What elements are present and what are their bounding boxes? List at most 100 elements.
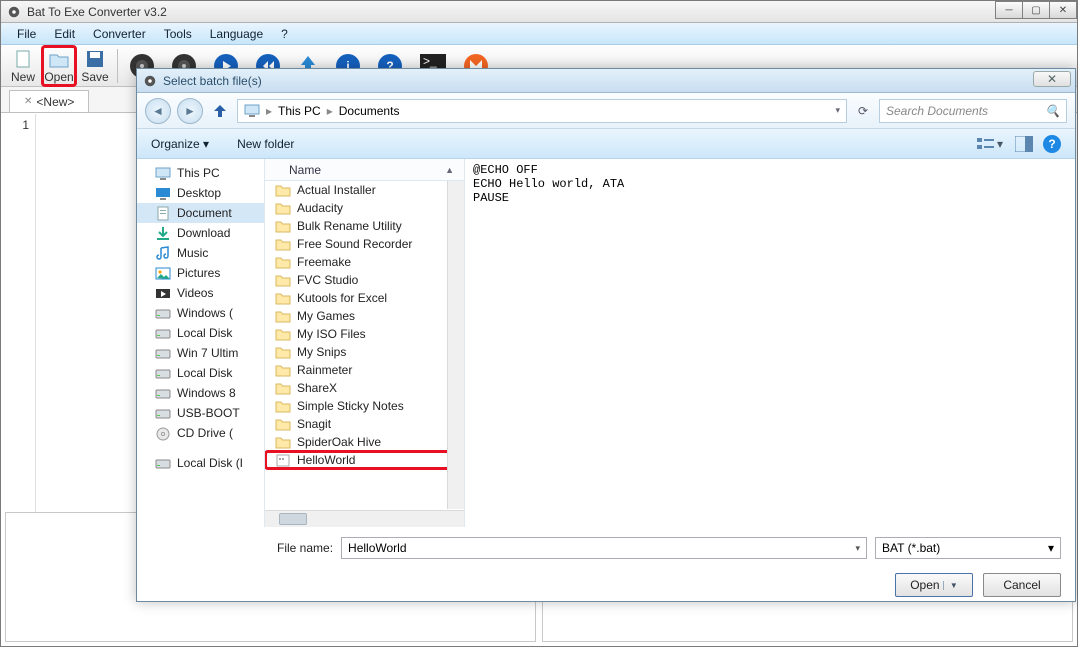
tree-item-document[interactable]: Document [137,203,264,223]
breadcrumb-sep: ▸ [327,104,333,118]
folder-icon [275,292,291,305]
file-row[interactable]: My ISO Files [265,325,464,343]
file-row[interactable]: HelloWorld [265,451,464,469]
tree-item-this-pc[interactable]: This PC [137,163,264,183]
refresh-button[interactable]: ⟳ [853,104,873,118]
preview-pane: @ECHO OFF ECHO Hello world, ATA PAUSE [465,159,1075,527]
file-row[interactable]: Rainmeter [265,361,464,379]
tab-close-icon[interactable]: ✕ [24,96,32,107]
disk-icon [155,386,171,400]
nav-up-button[interactable] [209,100,231,122]
folder-icon [275,238,291,251]
file-row[interactable]: SpiderOak Hive [265,433,464,451]
tree-item-windows-8[interactable]: Windows 8 [137,383,264,403]
dialog-navbar: ◄ ► ▸ This PC ▸ Documents ▾ ⟳ Search Doc… [137,93,1075,129]
tree-item-cd-drive-[interactable]: CD Drive ( [137,423,264,443]
address-bar[interactable]: ▸ This PC ▸ Documents ▾ [237,99,847,123]
folder-icon [275,328,291,341]
file-row[interactable]: Bulk Rename Utility [265,217,464,235]
filetype-select[interactable]: BAT (*.bat) ▾ [875,537,1061,559]
open-button[interactable]: Open ▼ [895,573,973,597]
menu-file[interactable]: File [9,25,44,43]
tree-item-music[interactable]: Music [137,243,264,263]
file-row[interactable]: FVC Studio [265,271,464,289]
tree-item-windows-[interactable]: Windows ( [137,303,264,323]
dialog-titlebar: Select batch file(s) ✕ [137,69,1075,93]
minimize-button[interactable]: ─ [995,1,1023,19]
breadcrumb-folder[interactable]: Documents [339,104,400,118]
file-row[interactable]: ShareX [265,379,464,397]
docs-icon [155,206,171,220]
maximize-button[interactable]: ▢ [1022,1,1050,19]
dialog-close-button[interactable]: ✕ [1033,71,1071,87]
tree-item-videos[interactable]: Videos [137,283,264,303]
tree-item-usb-boot[interactable]: USB-BOOT [137,403,264,423]
help-icon[interactable]: ? [1043,135,1061,153]
breadcrumb-sep: ▸ [266,104,272,118]
toolbar-open[interactable]: Open [41,45,77,87]
music-icon [155,246,171,260]
tree-item-local-disk[interactable]: Local Disk [137,323,264,343]
column-header-name[interactable]: Name ▲ [265,159,464,181]
file-row[interactable]: Free Sound Recorder [265,235,464,253]
close-button[interactable]: ✕ [1049,1,1077,19]
menu-help[interactable]: ? [273,25,296,43]
folder-icon [275,274,291,287]
toolbar-separator [117,49,118,83]
cancel-button[interactable]: Cancel [983,573,1061,597]
file-row[interactable]: My Snips [265,343,464,361]
folder-icon [275,346,291,359]
tree-item-local-disk-i[interactable]: Local Disk (I [137,453,264,473]
filename-input[interactable]: HelloWorld ▾ [341,537,867,559]
menubar: File Edit Converter Tools Language ? [1,23,1077,45]
search-input[interactable]: Search Documents 🔍 [879,99,1067,123]
new-icon [12,48,34,70]
titlebar: Bat To Exe Converter v3.2 ─ ▢ ✕ [1,1,1077,23]
view-options-button[interactable]: ▾ [977,136,1005,152]
vertical-scrollbar[interactable] [447,181,464,509]
file-row[interactable]: Snagit [265,415,464,433]
folder-icon [275,310,291,323]
file-row[interactable]: My Games [265,307,464,325]
disk-icon [155,306,171,320]
filename-label: File name: [277,541,333,555]
menu-language[interactable]: Language [202,25,271,43]
preview-pane-button[interactable] [1015,136,1033,152]
command-bar: Organize ▾ New folder ▾ ? [137,129,1075,159]
horizontal-scrollbar[interactable] [265,510,464,527]
dialog-footer: File name: HelloWorld ▾ BAT (*.bat) ▾ Op… [137,527,1075,615]
file-row[interactable]: Simple Sticky Notes [265,397,464,415]
file-row[interactable]: Audacity [265,199,464,217]
tree-item-desktop[interactable]: Desktop [137,183,264,203]
filename-dropdown-icon[interactable]: ▾ [855,543,860,554]
scroll-thumb[interactable] [279,513,307,525]
tree-item-download[interactable]: Download [137,223,264,243]
toolbar-save[interactable]: Save [77,48,113,84]
editor-tab[interactable]: ✕ <New> [9,90,89,112]
tree-item-win-7-ultim[interactable]: Win 7 Ultim [137,343,264,363]
tree-item-pictures[interactable]: Pictures [137,263,264,283]
menu-edit[interactable]: Edit [46,25,83,43]
bat-file-icon [275,454,291,467]
file-row[interactable]: Actual Installer [265,181,464,199]
organize-menu[interactable]: Organize ▾ [151,137,209,151]
download-icon [155,226,171,240]
new-folder-button[interactable]: New folder [237,137,294,151]
filetype-dropdown-icon[interactable]: ▾ [1048,541,1054,555]
toolbar-new[interactable]: New [5,48,41,84]
menu-converter[interactable]: Converter [85,25,154,43]
folder-icon [275,202,291,215]
save-icon [84,48,106,70]
nav-forward-button[interactable]: ► [177,98,203,124]
nav-back-button[interactable]: ◄ [145,98,171,124]
file-row[interactable]: Kutools for Excel [265,289,464,307]
open-button-highlight: Open ▼ [895,573,973,597]
addr-dropdown-icon[interactable]: ▾ [835,105,840,116]
folder-icon [275,256,291,269]
folder-icon [275,436,291,449]
file-row[interactable]: Freemake [265,253,464,271]
menu-tools[interactable]: Tools [156,25,200,43]
breadcrumb-root[interactable]: This PC [278,104,321,118]
tree-item-local-disk[interactable]: Local Disk [137,363,264,383]
disk-icon [155,366,171,380]
